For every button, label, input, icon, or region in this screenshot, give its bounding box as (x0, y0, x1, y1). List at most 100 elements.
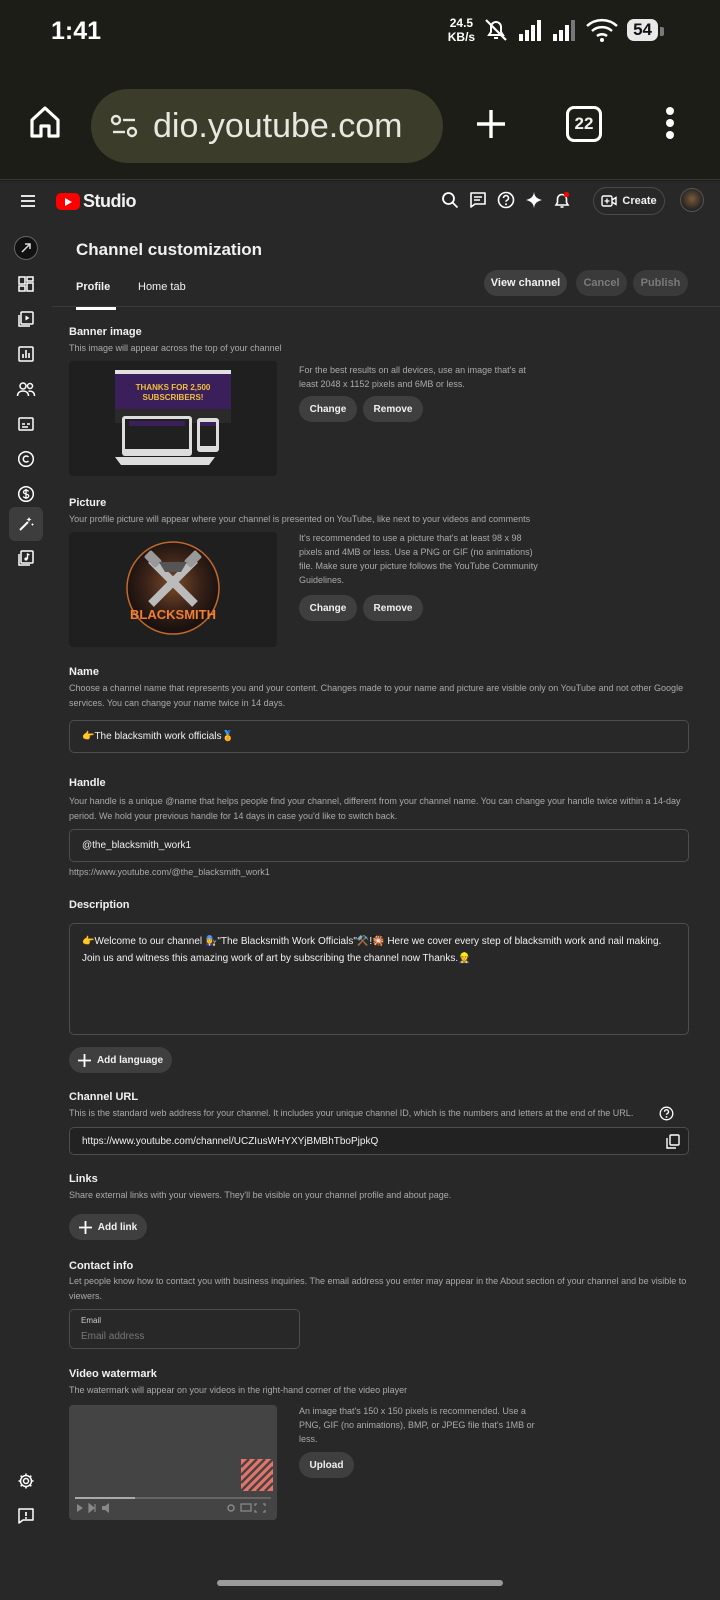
feedback-icon (18, 1508, 34, 1524)
studio-logo[interactable]: Studio (56, 191, 137, 212)
channel-url-field[interactable]: https://www.youtube.com/channel/UCZIusWH… (69, 1127, 689, 1155)
channel-avatar[interactable] (14, 236, 38, 260)
handle-input[interactable]: @the_blacksmith_work1 (69, 829, 689, 862)
sparkle-icon[interactable] (525, 191, 543, 209)
home-icon[interactable] (27, 104, 63, 140)
notifications-bell-icon[interactable] (553, 191, 571, 209)
handle-url: https://www.youtube.com/@the_blacksmith_… (69, 867, 270, 877)
active-tab-indicator (76, 307, 116, 310)
more-vert-icon[interactable] (664, 106, 676, 140)
plus-icon (77, 1053, 91, 1067)
dashboard-icon (18, 276, 34, 292)
audio-library-icon (18, 550, 34, 566)
add-language-button[interactable]: Add language (69, 1047, 172, 1073)
video-player-preview (69, 1405, 277, 1520)
signal-icon-2 (553, 20, 576, 41)
picture-info: It's recommended to use a picture that's… (299, 533, 538, 585)
banner-device-preview: THANKS FOR 2,500 SUBSCRIBERS! (115, 370, 231, 465)
studio-header: Studio Create (0, 181, 720, 223)
wifi-icon (586, 18, 618, 42)
banner-description: This image will appear across the top of… (69, 343, 282, 353)
battery-indicator: 54 (627, 19, 664, 41)
sidebar-item-dashboard[interactable] (9, 267, 43, 301)
account-avatar[interactable] (680, 188, 704, 212)
tab-divider (52, 306, 720, 307)
picture-remove-button[interactable]: Remove (363, 595, 423, 621)
email-label: Email (81, 1316, 102, 1325)
magic-wand-icon (19, 517, 34, 531)
main-content: Channel customization Profile Home tab V… (52, 223, 720, 1600)
mute-icon (485, 19, 507, 41)
gesture-bar (217, 1580, 503, 1586)
publish-button[interactable]: Publish (633, 270, 688, 296)
dollar-icon (17, 485, 35, 503)
help-icon[interactable] (659, 1106, 674, 1121)
banner-title: Banner image (69, 326, 142, 338)
feedback-comment-icon[interactable] (469, 191, 487, 209)
hamburger-menu-icon[interactable] (20, 194, 36, 208)
contact-title: Contact info (69, 1260, 134, 1272)
status-bar: 1:41 24.5 KB/s 54 (0, 0, 720, 64)
sidebar-item-settings[interactable] (9, 1464, 43, 1498)
banner-preview: THANKS FOR 2,500 SUBSCRIBERS! (69, 361, 277, 476)
watermark-preview (69, 1405, 277, 1520)
upload-button[interactable]: Upload (299, 1452, 354, 1478)
view-channel-button[interactable]: View channel (484, 270, 567, 296)
banner-info: For the best results on all devices, use… (299, 365, 526, 389)
create-button[interactable]: Create (593, 187, 665, 215)
new-tab-icon[interactable] (475, 108, 507, 140)
sidebar-item-subtitles[interactable] (9, 407, 43, 441)
links-description: Share external links with your viewers. … (69, 1190, 452, 1200)
picture-logo-text: BLACKSMITH (130, 607, 216, 622)
banner-preview-text-2: SUBSCRIBERS! (143, 393, 204, 402)
sidebar-item-analytics[interactable] (9, 337, 43, 371)
watermark-title: Video watermark (69, 1368, 157, 1380)
sidebar-item-content[interactable] (9, 302, 43, 336)
analytics-icon (18, 346, 34, 362)
watermark-description: The watermark will appear on your videos… (69, 1385, 408, 1395)
help-icon[interactable] (497, 191, 515, 209)
sidebar-item-audio-library[interactable] (9, 541, 43, 575)
url-text: dio.youtube.com (153, 106, 403, 145)
watermark-info: An image that's 150 x 150 pixels is reco… (299, 1406, 535, 1444)
sidebar-item-copyright[interactable] (9, 442, 43, 476)
cancel-button[interactable]: Cancel (576, 270, 627, 296)
tab-count-button[interactable]: 22 (566, 106, 602, 142)
sidebar-item-earn[interactable] (9, 477, 43, 511)
banner-remove-button[interactable]: Remove (363, 396, 423, 422)
address-bar[interactable]: dio.youtube.com (91, 89, 443, 163)
sidebar-item-community[interactable] (9, 372, 43, 406)
signal-icon (519, 20, 542, 41)
copyright-icon (17, 450, 35, 468)
network-speed: 24.5 KB/s (447, 16, 476, 44)
picture-change-button[interactable]: Change (299, 595, 357, 621)
add-link-button[interactable]: Add link (69, 1214, 147, 1240)
status-time: 1:41 (51, 17, 102, 45)
community-icon (16, 382, 36, 397)
channel-url-title: Channel URL (69, 1091, 139, 1103)
tab-home[interactable]: Home tab (138, 281, 186, 293)
name-title: Name (69, 666, 99, 678)
description-title: Description (69, 899, 130, 911)
sidebar (0, 223, 52, 1600)
search-icon[interactable] (441, 191, 459, 209)
description-textarea[interactable]: 👉Welcome to our channel 👩‍🔧"The Blacksmi… (69, 923, 689, 1035)
picture-description: Your profile picture will appear where y… (69, 514, 531, 524)
sidebar-item-feedback[interactable] (9, 1499, 43, 1533)
sidebar-item-customization[interactable] (9, 507, 43, 541)
tab-profile[interactable]: Profile (76, 281, 110, 293)
banner-change-button[interactable]: Change (299, 396, 357, 422)
picture-preview: BLACKSMITH (69, 532, 277, 647)
page-title: Channel customization (76, 240, 263, 259)
watermark-placeholder-icon (240, 1458, 274, 1492)
contact-description: Let people know how to contact you with … (69, 1276, 687, 1301)
email-field[interactable]: Email Email address (69, 1309, 300, 1349)
handle-title: Handle (69, 777, 106, 789)
name-description: Choose a channel name that represents yo… (69, 683, 684, 708)
profile-picture: BLACKSMITH (126, 541, 220, 635)
site-settings-icon[interactable] (109, 111, 139, 141)
banner-preview-text-1: THANKS FOR 2,500 (136, 383, 211, 392)
copy-icon[interactable] (666, 1134, 680, 1149)
name-input[interactable]: 👉The blacksmith work officials🏅 (69, 720, 689, 753)
handle-description: Your handle is a unique @name that helps… (69, 796, 681, 821)
